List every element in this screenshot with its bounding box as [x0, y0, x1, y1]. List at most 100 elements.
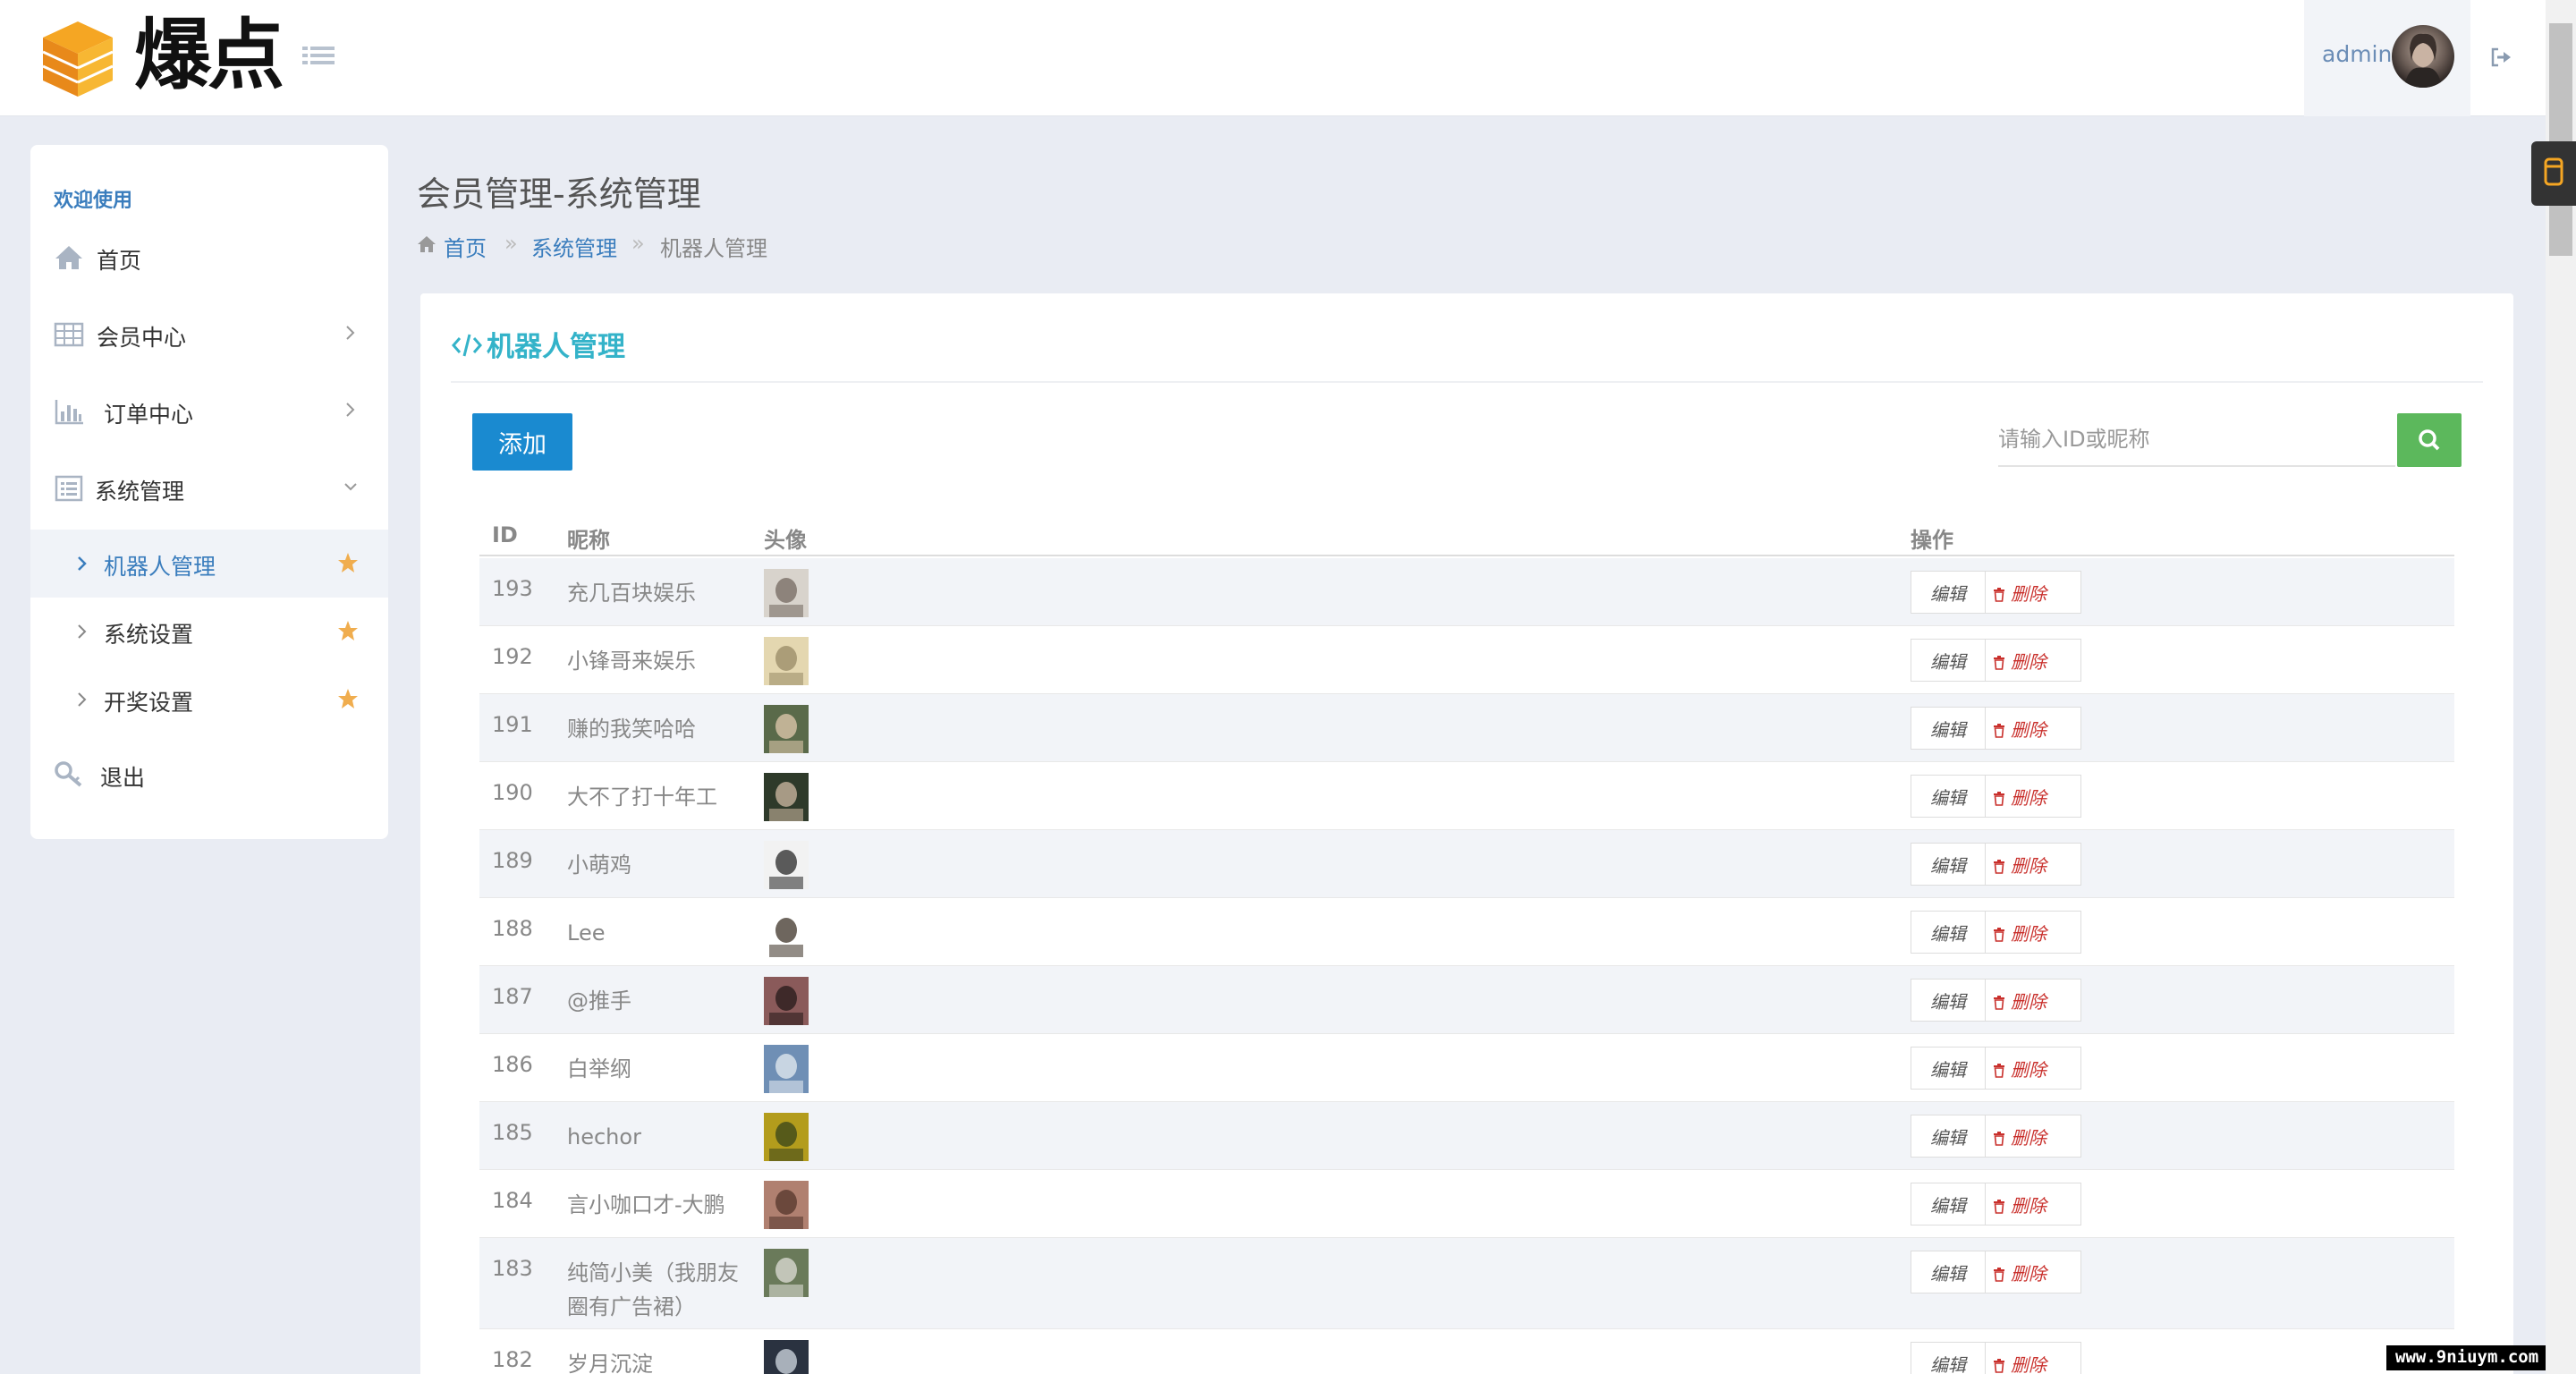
edit-button[interactable]: 编辑: [1911, 1047, 1986, 1090]
column-header-operations: 操作: [1911, 528, 1953, 553]
search-input[interactable]: [1998, 413, 2395, 467]
row-avatar-image: [764, 637, 809, 685]
edit-button[interactable]: 编辑: [1911, 1183, 1986, 1226]
delete-button[interactable]: 删除: [1985, 571, 2081, 614]
sidebar-subitem-lottery-settings[interactable]: 开奖设置: [30, 666, 388, 734]
delete-button[interactable]: 删除: [1985, 979, 2081, 1022]
sidebar-item-logout[interactable]: 退出: [30, 737, 388, 814]
cup-icon: [2544, 157, 2563, 186]
row-id: 190: [492, 780, 533, 805]
sidebar-item-label: 首页: [97, 248, 142, 274]
logout-icon[interactable]: [2488, 45, 2513, 70]
sidebar-item-system-management[interactable]: 系统管理: [30, 451, 388, 528]
delete-button[interactable]: 删除: [1985, 1047, 2081, 1090]
table-row: 184 言小咖口才-大鹏 编辑 删除: [479, 1170, 2454, 1238]
breadcrumb-home-link[interactable]: 首页: [444, 231, 487, 262]
delete-button[interactable]: 删除: [1985, 911, 2081, 954]
delete-label: 删除: [2011, 1058, 2046, 1081]
add-button[interactable]: 添加: [472, 413, 572, 471]
row-id: 182: [492, 1347, 533, 1372]
delete-label: 删除: [2011, 1353, 2046, 1374]
sidebar-item-member-center[interactable]: 会员中心: [30, 297, 388, 374]
row-id: 183: [492, 1256, 533, 1281]
sidebar-item-label: 退出: [100, 765, 146, 791]
row-id: 188: [492, 916, 533, 941]
sidebar-item-order-center[interactable]: 订单中心: [30, 374, 388, 451]
sidebar-item-label: 订单中心: [104, 402, 194, 428]
logo-cube-icon: [42, 21, 114, 97]
delete-button[interactable]: 删除: [1985, 707, 2081, 750]
column-header-avatar: 头像: [764, 528, 807, 553]
row-id: 185: [492, 1120, 533, 1145]
search-icon: [2419, 429, 2440, 451]
sidebar-item-label: 系统管理: [95, 479, 185, 505]
delete-button[interactable]: 删除: [1985, 1115, 2081, 1158]
breadcrumb-separator: »: [504, 231, 518, 256]
row-id: 191: [492, 712, 533, 737]
watermark: www.9niuym.com: [2386, 1345, 2546, 1370]
sidebar-subitem-robot-management[interactable]: 机器人管理: [30, 530, 388, 598]
table-row: 188 Lee 编辑 删除: [479, 898, 2454, 966]
delete-label: 删除: [2011, 1126, 2046, 1149]
edit-button[interactable]: 编辑: [1911, 1251, 1986, 1293]
table-row: 182 岁月沉淀 编辑 删除: [479, 1329, 2454, 1374]
edit-button[interactable]: 编辑: [1911, 1342, 1986, 1374]
row-id: 186: [492, 1052, 533, 1077]
edit-button[interactable]: 编辑: [1911, 707, 1986, 750]
edit-button[interactable]: 编辑: [1911, 911, 1986, 954]
edit-button[interactable]: 编辑: [1911, 571, 1986, 614]
row-avatar-image: [764, 1113, 809, 1161]
delete-label: 删除: [2011, 718, 2046, 741]
user-avatar[interactable]: [2392, 25, 2454, 88]
floating-widget[interactable]: [2531, 141, 2576, 206]
breadcrumb-system-link[interactable]: 系统管理: [531, 231, 617, 262]
trash-icon: [1994, 927, 2004, 942]
trash-icon: [1994, 1358, 2004, 1373]
table-header: ID 昵称 头像 操作: [479, 510, 2454, 556]
sidebar-subitem-system-settings[interactable]: 系统设置: [30, 598, 388, 666]
row-nickname: 充几百块娱乐: [567, 581, 696, 606]
row-avatar-image: [764, 1045, 809, 1093]
search-button[interactable]: [2397, 413, 2462, 467]
user-name[interactable]: admin: [2322, 41, 2392, 67]
table-row: 190 大不了打十年工 编辑 删除: [479, 762, 2454, 830]
table-row: 189 小萌鸡 编辑 删除: [479, 830, 2454, 898]
delete-button[interactable]: 删除: [1985, 1251, 2081, 1293]
edit-button[interactable]: 编辑: [1911, 639, 1986, 682]
row-nickname: 小萌鸡: [567, 852, 631, 878]
edit-button[interactable]: 编辑: [1911, 843, 1986, 886]
sidebar: 欢迎使用 首页 会员中心 订单中心 系统管理 机器人管理 系统设置 开奖设置 退…: [30, 145, 388, 839]
bar-chart-icon: [55, 400, 83, 425]
row-nickname: 白举纲: [567, 1056, 631, 1081]
row-nickname: 岁月沉淀: [567, 1352, 653, 1374]
delete-label: 删除: [2011, 1262, 2046, 1285]
delete-button[interactable]: 删除: [1985, 1183, 2081, 1226]
row-avatar-image: [764, 1181, 809, 1229]
row-nickname: 小锋哥来娱乐: [567, 649, 696, 674]
menu-toggle-icon[interactable]: [302, 43, 335, 72]
edit-button[interactable]: 编辑: [1911, 1115, 1986, 1158]
delete-button[interactable]: 删除: [1985, 639, 2081, 682]
home-icon: [55, 246, 82, 269]
column-header-id: ID: [492, 522, 518, 547]
edit-button[interactable]: 编辑: [1911, 775, 1986, 818]
trash-icon: [1994, 723, 2004, 738]
row-nickname: 大不了打十年工: [567, 785, 717, 810]
sidebar-item-home[interactable]: 首页: [30, 220, 388, 297]
row-id: 187: [492, 984, 533, 1009]
delete-button[interactable]: 删除: [1985, 1342, 2081, 1374]
breadcrumb-separator: »: [631, 231, 645, 256]
chevron-down-icon: [344, 483, 357, 491]
trash-icon: [1994, 1131, 2004, 1146]
breadcrumb-current: 机器人管理: [660, 236, 767, 261]
scrollbar-thumb[interactable]: [2549, 23, 2572, 256]
sidebar-subitem-label: 开奖设置: [104, 690, 194, 716]
table-icon: [54, 322, 84, 347]
delete-label: 删除: [2011, 922, 2046, 945]
row-id: 184: [492, 1188, 533, 1213]
edit-button[interactable]: 编辑: [1911, 979, 1986, 1022]
star-icon: [338, 689, 358, 708]
delete-button[interactable]: 删除: [1985, 775, 2081, 818]
delete-button[interactable]: 删除: [1985, 843, 2081, 886]
row-nickname: @推手: [567, 988, 631, 1014]
